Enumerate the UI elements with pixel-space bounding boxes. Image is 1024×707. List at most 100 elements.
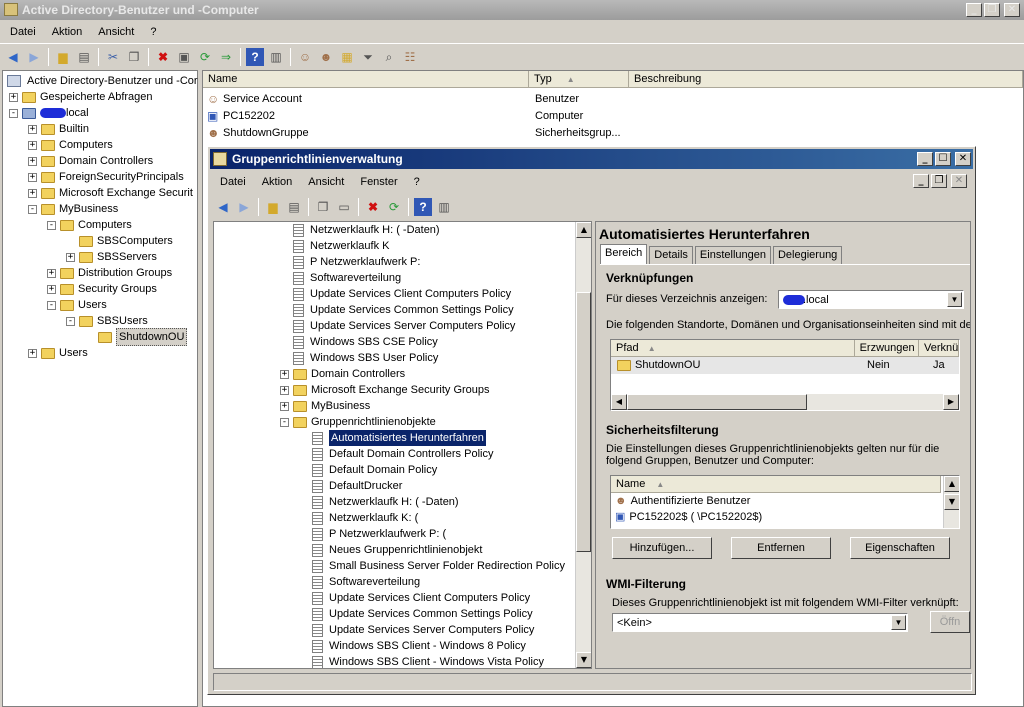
gpm-menu-4[interactable]: ?	[406, 176, 428, 188]
security-scroll-down-icon[interactable]: ▼	[944, 494, 959, 510]
gpm-tree-scrollbar[interactable]: ▲ ▼	[575, 222, 591, 668]
minimize-button[interactable]: _	[966, 3, 982, 17]
column-header-name[interactable]: Name	[203, 71, 529, 88]
gpm-console-icon[interactable]: ▥	[435, 198, 453, 216]
back-arrow-icon[interactable]: ◀	[4, 48, 22, 66]
column-header-description[interactable]: Beschreibung	[629, 71, 1023, 88]
main-menu-3[interactable]: ?	[142, 26, 164, 38]
list-item[interactable]: ☺ Service Account Benutzer	[207, 91, 1017, 107]
gpm-forward-arrow-icon[interactable]: ▶	[235, 198, 253, 216]
gpm-tree-item[interactable]: P Netzwerklaufwerk P: (	[312, 526, 446, 542]
new-ou-icon[interactable]: ▦	[338, 48, 356, 66]
security-scroll-up-icon[interactable]: ▲	[944, 476, 959, 492]
add-button[interactable]: Hinzufügen...	[612, 537, 712, 559]
gpm-up-folder-icon[interactable]: ▆	[264, 198, 282, 216]
gpm-refresh-icon[interactable]: ⟳	[385, 198, 403, 216]
ad-tree-item[interactable]: + Microsoft Exchange Securit	[28, 185, 193, 201]
gpm-paste-icon[interactable]: ▭	[335, 198, 353, 216]
gpm-tree-item[interactable]: Default Domain Policy	[312, 462, 437, 478]
expand-toggle-icon[interactable]: +	[9, 92, 18, 102]
tab-delegierung[interactable]: Delegierung	[772, 246, 843, 264]
gpm-help-icon[interactable]: ?	[414, 198, 432, 216]
gpm-tree-item[interactable]: Update Services Server Computers Policy	[280, 318, 515, 334]
tab-einstellungen[interactable]: Einstellungen	[694, 246, 771, 264]
column-header-pfad[interactable]: Pfad ▲	[611, 340, 855, 357]
gpm-tree-item[interactable]: Automatisiertes Herunterfahren	[312, 430, 486, 446]
wmi-filter-select[interactable]: <Kein> ▼	[612, 613, 908, 632]
column-header-type[interactable]: Typ ▲	[529, 71, 629, 88]
hscroll-thumb[interactable]	[627, 394, 807, 410]
gpm-menu-3[interactable]: Fenster	[352, 176, 405, 188]
gpm-tree-item[interactable]: Neues Gruppenrichtlinienobjekt	[312, 542, 482, 558]
gpm-tree-item[interactable]: Update Services Client Computers Policy	[312, 590, 530, 606]
gpm-menu-0[interactable]: Datei	[212, 176, 254, 188]
find-icon[interactable]: ⌕	[380, 48, 398, 66]
gpm-tree-item[interactable]: Windows SBS User Policy	[280, 350, 438, 366]
new-group-icon[interactable]: ☻	[317, 48, 335, 66]
column-header-erzwungen[interactable]: Erzwungen	[854, 340, 919, 357]
ad-tree-item[interactable]: - MyBusiness	[28, 201, 118, 217]
expand-toggle-icon[interactable]: +	[280, 401, 289, 411]
security-vscrollbar[interactable]: ▲ ▼	[943, 476, 959, 528]
expand-toggle-icon[interactable]: +	[28, 188, 37, 198]
column-header-security-name[interactable]: Name ▲	[611, 476, 941, 493]
gpm-tree-item[interactable]: + Microsoft Exchange Security Groups	[280, 382, 490, 398]
gpm-tree-item[interactable]: Netzwerklaufk K	[280, 238, 389, 254]
tree-root[interactable]: Active Directory-Benutzer und -Cor	[7, 73, 198, 89]
expand-toggle-icon[interactable]: -	[28, 204, 37, 214]
expand-toggle-icon[interactable]: -	[47, 300, 56, 310]
directory-select[interactable]: .local ▼	[778, 290, 964, 309]
forward-arrow-icon[interactable]: ▶	[25, 48, 43, 66]
scroll-up-icon[interactable]: ▲	[576, 222, 591, 238]
remove-button[interactable]: Entfernen	[731, 537, 831, 559]
main-menu-0[interactable]: Datei	[2, 26, 44, 38]
ad-tree-item[interactable]: + Gespeicherte Abfragen	[9, 89, 153, 105]
open-wmi-button[interactable]: Öffn	[930, 611, 970, 633]
ad-tree-item[interactable]: + Users	[28, 345, 88, 361]
list-item[interactable]: ☻ ShutdownGruppe Sicherheitsgrup...	[207, 125, 1017, 141]
expand-toggle-icon[interactable]: -	[47, 220, 56, 230]
links-row[interactable]: ShutdownOU Nein Ja	[611, 356, 959, 374]
ad-tree-item[interactable]: + Domain Controllers	[28, 153, 153, 169]
list-item[interactable]: ▣ PC152202 Computer	[207, 108, 1017, 124]
expand-toggle-icon[interactable]: +	[28, 156, 37, 166]
ad-tree-item[interactable]: + ForeignSecurityPrincipals	[28, 169, 184, 185]
cut-icon[interactable]: ✂	[104, 48, 122, 66]
expand-toggle-icon[interactable]: +	[28, 140, 37, 150]
new-user-icon[interactable]: ☺	[296, 48, 314, 66]
main-menu-1[interactable]: Aktion	[44, 26, 91, 38]
gpm-tree-item[interactable]: Update Services Client Computers Policy	[280, 286, 511, 302]
delete-icon[interactable]: ✖	[154, 48, 172, 66]
expand-toggle-icon[interactable]: +	[280, 385, 289, 395]
export-icon[interactable]: ⇒	[217, 48, 235, 66]
gpm-menu-1[interactable]: Aktion	[254, 176, 301, 188]
gpm-tree-item[interactable]: + Domain Controllers	[280, 366, 405, 382]
filter-icon[interactable]: ⏷	[359, 48, 377, 66]
expand-toggle-icon[interactable]: -	[280, 417, 289, 427]
maximize-button[interactable]: ❐	[984, 3, 1000, 17]
expand-toggle-icon[interactable]: -	[66, 316, 75, 326]
properties-icon[interactable]: ▣	[175, 48, 193, 66]
gpm-show-tree-icon[interactable]: ▤	[285, 198, 303, 216]
gpm-tree-item[interactable]: Softwareverteilung	[312, 574, 420, 590]
ad-tree-item[interactable]: SBSComputers	[66, 233, 173, 249]
gpm-tree-item[interactable]: Update Services Common Settings Policy	[280, 302, 514, 318]
expand-toggle-icon[interactable]: +	[28, 172, 37, 182]
links-hscrollbar[interactable]: ◀ ▶	[611, 394, 959, 410]
tab-bereich[interactable]: Bereich	[600, 244, 648, 264]
ad-tree-item[interactable]: - SBSUsers	[66, 313, 148, 329]
ad-tree-item[interactable]: - Computers	[47, 217, 132, 233]
expand-toggle-icon[interactable]: +	[280, 369, 289, 379]
expand-toggle-icon[interactable]: +	[47, 268, 56, 278]
gpm-child-restore-button[interactable]: ❐	[931, 174, 947, 188]
gpm-menu-2[interactable]: Ansicht	[300, 176, 352, 188]
gpm-child-close-button[interactable]: ✕	[951, 174, 967, 188]
tab-details[interactable]: Details	[649, 246, 693, 264]
expand-toggle-icon[interactable]: +	[28, 124, 37, 134]
gpm-tree-item[interactable]: Windows SBS Client - Windows Vista Polic…	[312, 654, 544, 668]
expand-toggle-icon[interactable]: +	[28, 348, 37, 358]
console-icon[interactable]: ▥	[267, 48, 285, 66]
gpm-tree-item[interactable]: Update Services Server Computers Policy	[312, 622, 534, 638]
gpm-tree-item[interactable]: Update Services Common Settings Policy	[312, 606, 533, 622]
ad-tree-item[interactable]: + Distribution Groups	[47, 265, 172, 281]
